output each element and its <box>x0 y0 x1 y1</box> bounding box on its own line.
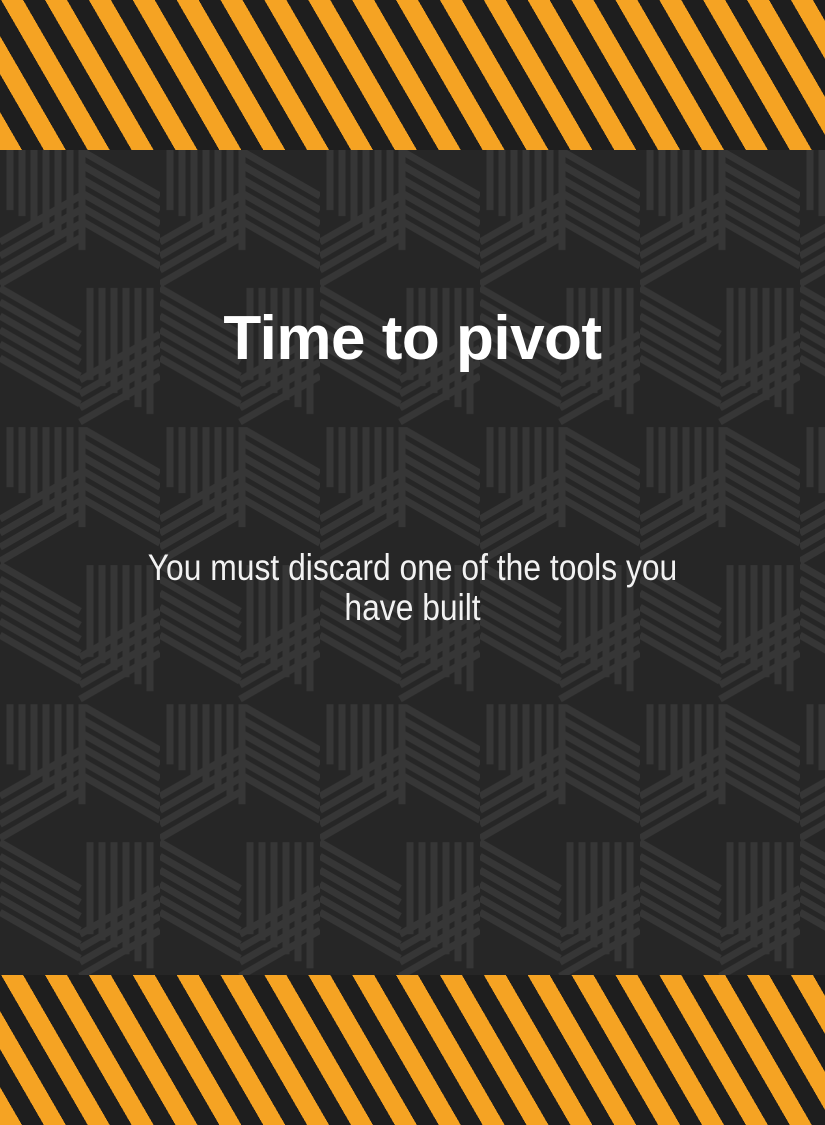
card-body: Time to pivot You must discard one of th… <box>0 150 825 975</box>
hazard-stripe-top <box>0 0 825 150</box>
card-message: You must discard one of the tools you ha… <box>147 547 678 628</box>
card-title: Time to pivot <box>223 304 602 373</box>
hazard-stripe-bottom <box>0 975 825 1125</box>
event-card: Time to pivot You must discard one of th… <box>0 0 825 1125</box>
